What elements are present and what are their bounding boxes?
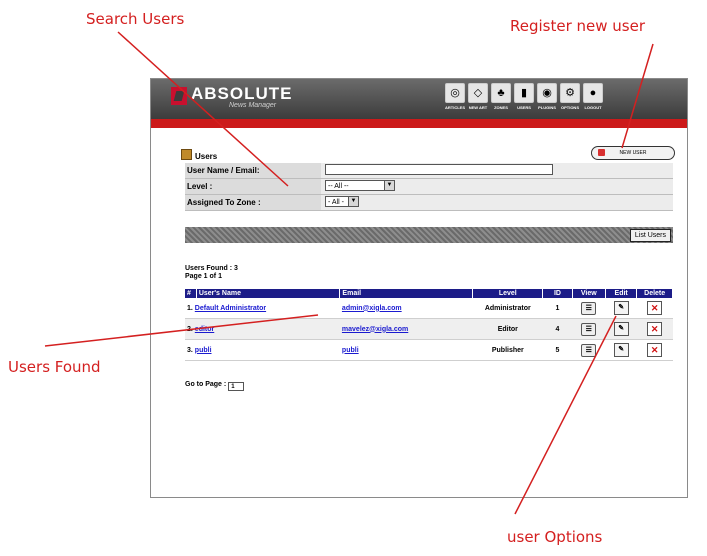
search-users-pointer [117,31,289,187]
user-options-pointer [514,315,617,515]
annotation-lines [44,31,654,515]
register-user-pointer [621,43,654,149]
users-found-pointer [44,314,319,347]
